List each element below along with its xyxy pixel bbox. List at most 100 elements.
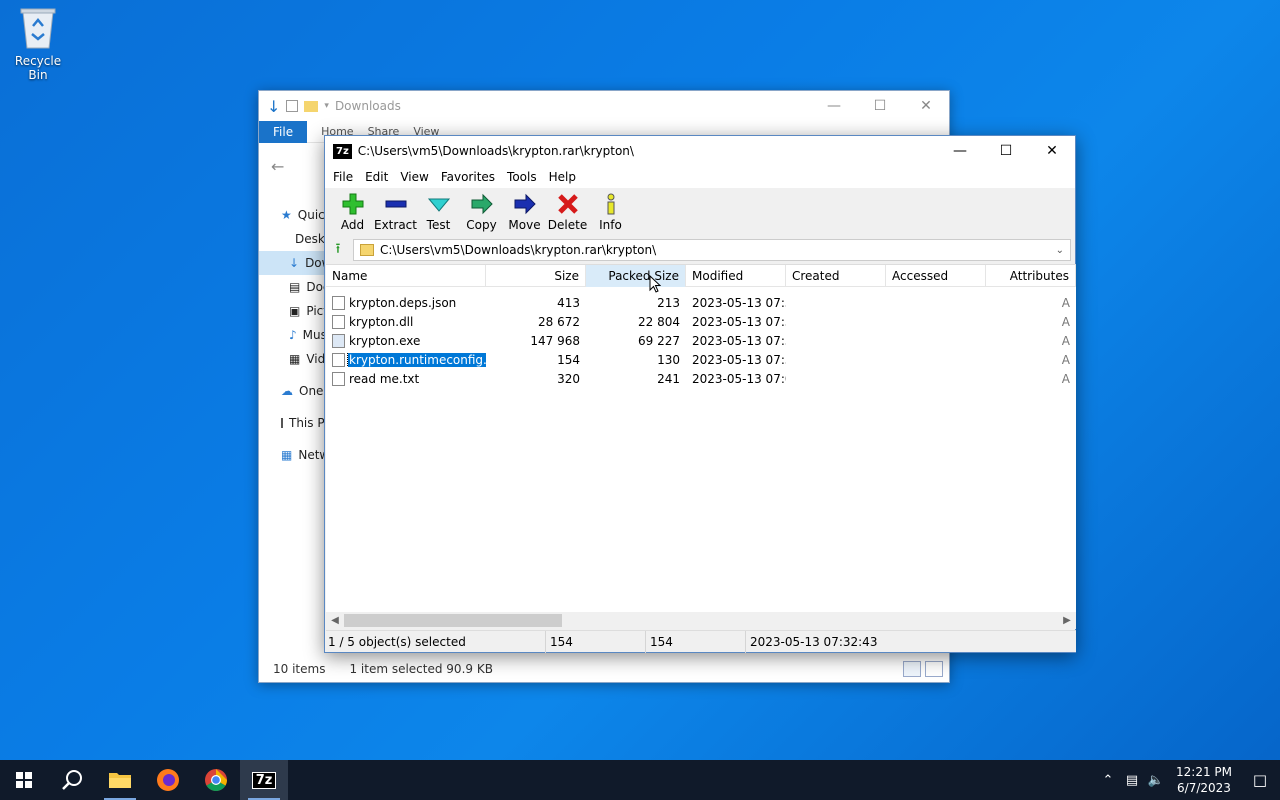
scroll-right-icon[interactable]: ▶ [1058,615,1076,626]
x-icon [557,192,579,216]
delete-button[interactable]: Delete [546,192,589,236]
clock-time: 12:21 PM [1176,765,1232,779]
folder-icon [109,773,131,788]
large-icons-view-icon[interactable] [925,661,943,677]
folder-icon [304,100,319,112]
7zip-menubar: File Edit View Favorites Tools Help [325,166,1075,188]
column-name[interactable]: Name [326,265,486,287]
chrome-taskbar-button[interactable] [192,760,240,800]
selected-packed-size: 154 [646,631,746,653]
file-row[interactable]: krypton.dll 28 672 22 804 2023-05-13 07:… [326,312,1076,331]
info-button[interactable]: Info [589,192,632,236]
chevron-down-icon[interactable]: ⌄ [1056,245,1064,256]
add-button[interactable]: Add [331,192,374,236]
music-icon: ♪ [289,328,297,342]
scroll-left-icon[interactable]: ◀ [326,615,344,626]
details-view-icon[interactable] [903,661,921,677]
nav-item-music[interactable]: ♪Music [259,323,325,347]
start-button[interactable] [0,760,48,800]
move-button[interactable]: Move [503,192,546,236]
menu-file[interactable]: File [327,170,359,184]
nav-item-downloads[interactable]: ↓Downloads [259,251,325,275]
file-row[interactable]: krypton.deps.json 413 213 2023-05-13 07:… [326,293,1076,312]
nav-item-onedrive[interactable]: ☁OneDrive [259,379,325,403]
7zip-close-button[interactable]: ✕ [1029,136,1075,166]
7zip-minimize-button[interactable]: — [937,136,983,166]
pictures-icon: ▣ [289,304,301,318]
arrow-right-blue-icon [514,192,536,216]
minus-icon [385,192,407,216]
copy-button[interactable]: Copy [460,192,503,236]
chevron-up-icon[interactable]: ⌃ [1096,773,1120,788]
7zip-taskbar-button[interactable]: 7z [240,760,288,800]
volume-muted-icon[interactable]: 🔈 [1144,773,1168,788]
plus-icon [342,192,364,216]
nav-item-quick-access[interactable]: ★Quick access [259,203,325,227]
clock[interactable]: 12:21 PM 6/7/2023 [1168,764,1240,796]
recycle-bin-label: Recycle Bin [14,54,62,82]
file-row[interactable]: krypton.exe 147 968 69 227 2023-05-13 07… [326,331,1076,350]
nav-item-desktop[interactable]: Desktop [259,227,325,251]
chrome-icon [205,769,227,791]
nav-item-network[interactable]: ▦Network [259,443,325,467]
file-row[interactable]: read me.txt 320 241 2023-05-13 07:05 A [326,369,1076,388]
notification-icon[interactable]: □ [1240,771,1280,789]
column-packed-size[interactable]: Packed Size [586,265,686,287]
column-accessed[interactable]: Accessed [886,265,986,287]
nav-item-pictures[interactable]: ▣Pictures [259,299,325,323]
explorer-minimize-button[interactable]: — [811,98,857,114]
file-explorer-taskbar-button[interactable] [96,760,144,800]
mouse-cursor-icon [649,274,662,296]
7zip-toolbar: Add Extract Test Copy Move Delete Info [325,188,1075,236]
menu-view[interactable]: View [394,170,434,184]
selection-info: 1 item selected 90.9 KB [349,662,493,676]
up-folder-icon[interactable]: ⭱ [329,241,347,258]
file-row-selected[interactable]: krypton.runtimeconfig.j... 154 130 2023-… [326,350,1076,369]
recycle-bin-desktop-icon[interactable]: Recycle Bin [6,6,70,82]
extract-button[interactable]: Extract [374,192,417,236]
scrollbar-thumb[interactable] [344,614,562,627]
nav-item-videos[interactable]: ▦Videos [259,347,325,371]
computer-icon [281,418,283,428]
ribbon-file-tab[interactable]: File [259,120,308,143]
menu-favorites[interactable]: Favorites [435,170,501,184]
7zip-maximize-button[interactable]: ☐ [983,136,1029,166]
explorer-close-button[interactable]: ✕ [903,98,949,114]
file-list[interactable]: Name Size Packed Size Modified Created A… [326,264,1076,612]
search-button[interactable] [48,760,96,800]
quick-access-dropdown-icon[interactable]: ▾ [324,101,329,111]
7zip-titlebar[interactable]: 7z C:\Users\vm5\Downloads\krypton.rar\kr… [325,136,1075,166]
7zip-statusbar: 1 / 5 object(s) selected 154 154 2023-05… [326,630,1076,653]
menu-tools[interactable]: Tools [501,170,543,184]
selected-modified: 2023-05-13 07:32:43 [750,635,878,649]
column-attributes[interactable]: Attributes [986,265,1076,287]
cloud-icon: ☁ [281,384,293,398]
menu-edit[interactable]: Edit [359,170,394,184]
menu-help[interactable]: Help [543,170,582,184]
json-file-icon [332,295,345,310]
firefox-taskbar-button[interactable] [144,760,192,800]
text-file-icon [332,371,345,386]
windows-logo-icon [16,772,32,788]
firefox-icon [157,769,179,791]
json-file-icon [332,352,345,367]
back-arrow-icon[interactable]: ← [271,157,284,176]
nav-item-documents[interactable]: ▤Documents [259,275,325,299]
column-created[interactable]: Created [786,265,886,287]
test-button[interactable]: Test [417,192,460,236]
7zip-icon: 7z [251,771,277,789]
path-combobox[interactable]: C:\Users\vm5\Downloads\krypton.rar\krypt… [353,239,1071,261]
network-icon[interactable]: ▤ [1120,773,1144,788]
checkbox-icon[interactable] [286,100,299,112]
column-size[interactable]: Size [486,265,586,287]
horizontal-scrollbar[interactable]: ◀ ▶ [326,612,1076,629]
nav-item-this-pc[interactable]: This PC [259,411,325,435]
7zip-window[interactable]: 7z C:\Users\vm5\Downloads\krypton.rar\kr… [324,135,1076,653]
explorer-titlebar[interactable]: ↓ ▾ Downloads — ☐ ✕ [259,91,949,121]
column-modified[interactable]: Modified [686,265,786,287]
folder-icon [360,244,374,256]
exe-file-icon [332,333,345,348]
7zip-address-bar: ⭱ C:\Users\vm5\Downloads\krypton.rar\kry… [325,236,1075,264]
explorer-maximize-button[interactable]: ☐ [857,98,903,114]
info-icon [600,192,622,216]
